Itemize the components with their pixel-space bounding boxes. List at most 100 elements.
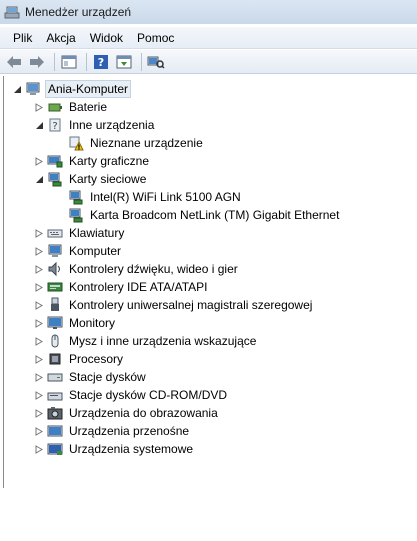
tree-item-przenosne[interactable]: Urządzenia przenośne bbox=[34, 422, 191, 440]
collapse-arrow-icon[interactable] bbox=[34, 174, 44, 184]
unknown-device-icon: ? bbox=[47, 117, 63, 133]
tree-item-systemowe[interactable]: Urządzenia systemowe bbox=[34, 440, 195, 458]
expand-arrow-icon[interactable] bbox=[34, 318, 44, 328]
ide-controller-icon bbox=[47, 279, 63, 295]
expand-arrow-icon[interactable] bbox=[34, 336, 44, 346]
tree-item-label: Kontrolery uniwersalnej magistrali szere… bbox=[69, 298, 313, 312]
tree-item-label: Baterie bbox=[69, 100, 108, 114]
collapse-arrow-icon[interactable] bbox=[12, 84, 22, 94]
svg-text:!: ! bbox=[77, 144, 80, 152]
expand-arrow-icon[interactable] bbox=[34, 282, 44, 292]
menu-action[interactable]: Akcja bbox=[39, 29, 82, 47]
computer-icon bbox=[25, 81, 41, 97]
tree-item-label: Karty graficzne bbox=[69, 154, 150, 168]
toolbar-separator bbox=[54, 52, 55, 71]
tree-item-kontrolery-dzwieku[interactable]: Kontrolery dźwięku, wideo i gier bbox=[34, 260, 240, 278]
tree-item-nieznane-urzadzenie[interactable]: ! Nieznane urządzenie bbox=[68, 134, 205, 152]
tree-item-label: Kontrolery IDE ATA/ATAPI bbox=[69, 280, 208, 294]
expand-arrow-icon[interactable] bbox=[34, 102, 44, 112]
menu-help[interactable]: Pomoc bbox=[130, 29, 181, 47]
properties-icon[interactable] bbox=[59, 52, 79, 72]
tree-item-label: Karty sieciowe bbox=[69, 172, 147, 186]
scan-hardware-icon[interactable] bbox=[146, 52, 166, 72]
expand-arrow-icon[interactable] bbox=[34, 426, 44, 436]
toolbar: ? bbox=[0, 50, 417, 74]
tree-item-label: Stacje dysków bbox=[69, 370, 146, 384]
tree-item-label: Klawiatury bbox=[69, 226, 125, 240]
expand-arrow-icon[interactable] bbox=[34, 390, 44, 400]
usb-icon bbox=[47, 297, 63, 313]
collapse-arrow-icon[interactable] bbox=[34, 120, 44, 130]
menu-view[interactable]: Widok bbox=[83, 29, 130, 47]
tree-item-label: Stacje dysków CD-ROM/DVD bbox=[69, 388, 228, 402]
cdrom-icon bbox=[47, 387, 63, 403]
expand-arrow-icon[interactable] bbox=[34, 444, 44, 454]
tree-item-label: Urządzenia systemowe bbox=[69, 442, 194, 456]
tree-item-procesory[interactable]: Procesory bbox=[34, 350, 125, 368]
expand-arrow-icon[interactable] bbox=[34, 246, 44, 256]
svg-text:?: ? bbox=[98, 56, 104, 69]
tree-item-label: Karta Broadcom NetLink (TM) Gigabit Ethe… bbox=[90, 208, 340, 222]
device-manager-icon bbox=[4, 4, 20, 20]
tree-item-obrazowanie[interactable]: Urządzenia do obrazowania bbox=[34, 404, 220, 422]
expand-arrow-icon[interactable] bbox=[34, 156, 44, 166]
title-bar: Menedżer urządzeń bbox=[0, 0, 417, 24]
network-adapter-icon bbox=[47, 171, 63, 187]
tree-item-mysz[interactable]: Mysz i inne urządzenia wskazujące bbox=[34, 332, 258, 350]
tree-item-karty-sieciowe[interactable]: Karty sieciowe bbox=[34, 170, 148, 188]
tree-item-label: Komputer bbox=[69, 244, 122, 258]
tree-item-inne-urzadzenia[interactable]: ? Inne urządzenia bbox=[34, 116, 156, 134]
tree-item-komputer[interactable]: Komputer bbox=[34, 242, 123, 260]
mouse-icon bbox=[47, 333, 63, 349]
window-title: Menedżer urządzeń bbox=[25, 5, 132, 19]
system-device-icon bbox=[47, 441, 63, 457]
tree-item-intel-wifi[interactable]: Intel(R) WiFi Link 5100 AGN bbox=[68, 188, 243, 206]
disk-drive-icon bbox=[47, 369, 63, 385]
computer-icon bbox=[47, 243, 63, 259]
tree-item-label: Kontrolery dźwięku, wideo i gier bbox=[69, 262, 238, 276]
tree-item-label: Monitory bbox=[69, 316, 116, 330]
tree-item-label: Mysz i inne urządzenia wskazujące bbox=[69, 334, 257, 348]
tree-item-stacje-dyskow[interactable]: Stacje dysków bbox=[34, 368, 148, 386]
tree-item-label: Urządzenia do obrazowania bbox=[69, 406, 218, 420]
monitor-icon bbox=[47, 315, 63, 331]
sound-icon bbox=[47, 261, 63, 277]
tree-item-kontrolery-ide[interactable]: Kontrolery IDE ATA/ATAPI bbox=[34, 278, 210, 296]
tree-item-label: Nieznane urządzenie bbox=[90, 136, 203, 150]
help-icon[interactable]: ? bbox=[91, 52, 111, 72]
network-adapter-icon bbox=[68, 207, 84, 223]
tree-item-stacje-cdrom[interactable]: Stacje dysków CD-ROM/DVD bbox=[34, 386, 229, 404]
expand-arrow-icon[interactable] bbox=[34, 300, 44, 310]
toolbar-separator bbox=[141, 52, 142, 71]
tree-item-klawiatury[interactable]: Klawiatury bbox=[34, 224, 126, 242]
tree-item-kontrolery-usb[interactable]: Kontrolery uniwersalnej magistrali szere… bbox=[34, 296, 314, 314]
portable-device-icon bbox=[47, 423, 63, 439]
tree-item-baterie[interactable]: Baterie bbox=[34, 98, 109, 116]
warning-device-icon: ! bbox=[68, 135, 84, 151]
toolbar-separator bbox=[86, 52, 87, 71]
tree-root[interactable]: Ania-Komputer bbox=[12, 80, 132, 98]
battery-icon bbox=[47, 99, 63, 115]
expand-arrow-icon[interactable] bbox=[34, 228, 44, 238]
camera-icon bbox=[47, 405, 63, 421]
back-icon[interactable] bbox=[4, 52, 24, 72]
svg-text:?: ? bbox=[52, 121, 57, 132]
expand-arrow-icon[interactable] bbox=[34, 372, 44, 382]
device-tree[interactable]: Ania-Komputer Baterie ? Inne urządzenia … bbox=[3, 76, 417, 488]
forward-icon[interactable] bbox=[27, 52, 47, 72]
tree-item-label: Urządzenia przenośne bbox=[69, 424, 190, 438]
expand-arrow-icon[interactable] bbox=[34, 264, 44, 274]
update-driver-icon[interactable] bbox=[114, 52, 134, 72]
tree-item-monitory[interactable]: Monitory bbox=[34, 314, 117, 332]
tree-item-label: Inne urządzenia bbox=[69, 118, 155, 132]
tree-item-broadcom[interactable]: Karta Broadcom NetLink (TM) Gigabit Ethe… bbox=[68, 206, 341, 224]
tree-item-label: Intel(R) WiFi Link 5100 AGN bbox=[90, 190, 241, 204]
expand-arrow-icon[interactable] bbox=[34, 354, 44, 364]
display-adapter-icon bbox=[47, 153, 63, 169]
menu-file[interactable]: Plik bbox=[6, 29, 39, 47]
tree-item-karty-graficzne[interactable]: Karty graficzne bbox=[34, 152, 151, 170]
processor-icon bbox=[47, 351, 63, 367]
tree-item-label: Procesory bbox=[69, 352, 124, 366]
tree-root-label: Ania-Komputer bbox=[45, 80, 132, 98]
expand-arrow-icon[interactable] bbox=[34, 408, 44, 418]
